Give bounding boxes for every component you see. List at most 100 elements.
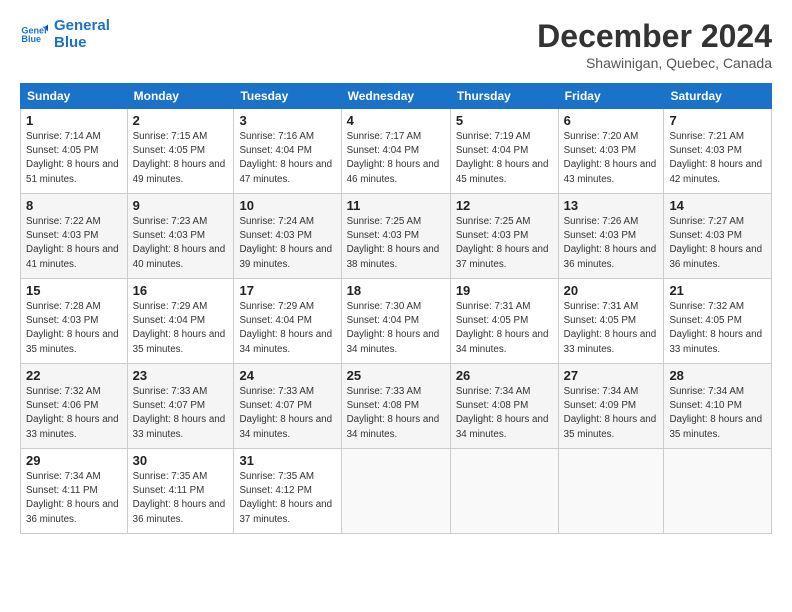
day-number: 12 bbox=[456, 198, 553, 213]
svg-text:Blue: Blue bbox=[21, 34, 41, 44]
calendar-cell: 27Sunrise: 7:34 AMSunset: 4:09 PMDayligh… bbox=[558, 364, 664, 449]
day-number: 18 bbox=[347, 283, 445, 298]
day-info: Sunrise: 7:15 AMSunset: 4:05 PMDaylight:… bbox=[133, 130, 229, 187]
calendar-cell: 9 Sunrise: 7:23 AMSunset: 4:03 PMDaylight… bbox=[127, 194, 234, 279]
calendar-table: SundayMondayTuesdayWednesdayThursdayFrid… bbox=[20, 83, 772, 534]
day-info: Sunrise: 7:20 AMSunset: 4:03 PMDaylight:… bbox=[564, 130, 659, 187]
calendar-cell: 11Sunrise: 7:25 AMSunset: 4:03 PMDayligh… bbox=[341, 194, 450, 279]
day-info: Sunrise: 7:29 AMSunset: 4:04 PMDaylight:… bbox=[133, 300, 229, 357]
calendar-cell: 25 Sunrise: 7:33 AMSunset: 4:08 PMDayligh… bbox=[341, 364, 450, 449]
day-number: 25 bbox=[347, 368, 445, 383]
day-number: 11 bbox=[347, 198, 445, 213]
day-info: Sunrise: 7:33 AMSunset: 4:07 PMDaylight:… bbox=[133, 385, 229, 442]
logo-icon: General Blue bbox=[20, 21, 48, 49]
day-info: Sunrise: 7:31 AMSunset: 4:05 PMDaylight:… bbox=[456, 300, 553, 357]
calendar-cell: 23 Sunrise: 7:33 AMSunset: 4:07 PMDayligh… bbox=[127, 364, 234, 449]
day-info: Sunrise: 7:19 AMSunset: 4:04 PMDaylight:… bbox=[456, 130, 553, 187]
day-number: 9 bbox=[133, 198, 229, 213]
calendar-cell: 26Sunrise: 7:34 AMSunset: 4:08 PMDayligh… bbox=[450, 364, 558, 449]
day-header: Thursday bbox=[450, 84, 558, 109]
day-number: 3 bbox=[239, 113, 335, 128]
calendar-cell: 16 Sunrise: 7:29 AMSunset: 4:04 PMDayligh… bbox=[127, 279, 234, 364]
day-number: 13 bbox=[564, 198, 659, 213]
calendar-body: 1Sunrise: 7:14 AMSunset: 4:05 PMDaylight… bbox=[21, 109, 772, 534]
day-info: Sunrise: 7:32 AMSunset: 4:06 PMDaylight:… bbox=[26, 385, 122, 442]
day-info: Sunrise: 7:27 AMSunset: 4:03 PMDaylight:… bbox=[669, 215, 766, 272]
day-number: 6 bbox=[564, 113, 659, 128]
day-header: Friday bbox=[558, 84, 664, 109]
location-subtitle: Shawinigan, Quebec, Canada bbox=[537, 55, 772, 71]
calendar-cell: 2 Sunrise: 7:15 AMSunset: 4:05 PMDaylight… bbox=[127, 109, 234, 194]
day-info: Sunrise: 7:21 AMSunset: 4:03 PMDaylight:… bbox=[669, 130, 766, 187]
day-number: 26 bbox=[456, 368, 553, 383]
day-number: 10 bbox=[239, 198, 335, 213]
day-info: Sunrise: 7:34 AMSunset: 4:10 PMDaylight:… bbox=[669, 385, 766, 442]
day-number: 14 bbox=[669, 198, 766, 213]
header: General Blue General Blue December 2024 … bbox=[20, 18, 772, 71]
day-number: 19 bbox=[456, 283, 553, 298]
day-info: Sunrise: 7:35 AMSunset: 4:11 PMDaylight:… bbox=[133, 470, 229, 527]
calendar-cell: 10Sunrise: 7:24 AMSunset: 4:03 PMDayligh… bbox=[234, 194, 341, 279]
title-block: December 2024 Shawinigan, Quebec, Canada bbox=[537, 18, 772, 71]
day-info: Sunrise: 7:26 AMSunset: 4:03 PMDaylight:… bbox=[564, 215, 659, 272]
day-number: 29 bbox=[26, 453, 122, 468]
day-info: Sunrise: 7:14 AMSunset: 4:05 PMDaylight:… bbox=[26, 130, 122, 187]
calendar-week-row: 1Sunrise: 7:14 AMSunset: 4:05 PMDaylight… bbox=[21, 109, 772, 194]
calendar-cell: 3 Sunrise: 7:16 AMSunset: 4:04 PMDaylight… bbox=[234, 109, 341, 194]
day-number: 8 bbox=[26, 198, 122, 213]
day-info: Sunrise: 7:34 AMSunset: 4:11 PMDaylight:… bbox=[26, 470, 122, 527]
calendar-cell: 8 Sunrise: 7:22 AMSunset: 4:03 PMDaylight… bbox=[21, 194, 128, 279]
day-number: 22 bbox=[26, 368, 122, 383]
day-number: 5 bbox=[456, 113, 553, 128]
calendar-cell: 28 Sunrise: 7:34 AMSunset: 4:10 PMDayligh… bbox=[664, 364, 772, 449]
day-number: 7 bbox=[669, 113, 766, 128]
logo-line2: Blue bbox=[54, 35, 110, 52]
day-number: 30 bbox=[133, 453, 229, 468]
calendar-cell: 21Sunrise: 7:32 AMSunset: 4:05 PMDayligh… bbox=[664, 279, 772, 364]
day-header: Sunday bbox=[21, 84, 128, 109]
day-number: 21 bbox=[669, 283, 766, 298]
day-header: Saturday bbox=[664, 84, 772, 109]
day-info: Sunrise: 7:16 AMSunset: 4:04 PMDaylight:… bbox=[239, 130, 335, 187]
day-info: Sunrise: 7:33 AMSunset: 4:07 PMDaylight:… bbox=[239, 385, 335, 442]
calendar-cell: 22 Sunrise: 7:32 AMSunset: 4:06 PMDayligh… bbox=[21, 364, 128, 449]
calendar-week-row: 29 Sunrise: 7:34 AMSunset: 4:11 PMDayligh… bbox=[21, 449, 772, 534]
calendar-cell: 7 Sunrise: 7:21 AMSunset: 4:03 PMDaylight… bbox=[664, 109, 772, 194]
day-number: 15 bbox=[26, 283, 122, 298]
page: General Blue General Blue December 2024 … bbox=[0, 0, 792, 544]
calendar-cell: 5 Sunrise: 7:19 AMSunset: 4:04 PMDaylight… bbox=[450, 109, 558, 194]
calendar-cell: 31 Sunrise: 7:35 AMSunset: 4:12 PMDayligh… bbox=[234, 449, 341, 534]
calendar-cell bbox=[341, 449, 450, 534]
day-info: Sunrise: 7:35 AMSunset: 4:12 PMDaylight:… bbox=[239, 470, 335, 527]
calendar-cell: 14 Sunrise: 7:27 AMSunset: 4:03 PMDayligh… bbox=[664, 194, 772, 279]
day-header: Monday bbox=[127, 84, 234, 109]
calendar-cell: 15Sunrise: 7:28 AMSunset: 4:03 PMDayligh… bbox=[21, 279, 128, 364]
day-number: 28 bbox=[669, 368, 766, 383]
day-header: Wednesday bbox=[341, 84, 450, 109]
calendar-cell: 24Sunrise: 7:33 AMSunset: 4:07 PMDayligh… bbox=[234, 364, 341, 449]
calendar-week-row: 8 Sunrise: 7:22 AMSunset: 4:03 PMDaylight… bbox=[21, 194, 772, 279]
day-number: 17 bbox=[239, 283, 335, 298]
logo-line1: General bbox=[54, 18, 110, 35]
day-number: 4 bbox=[347, 113, 445, 128]
day-number: 31 bbox=[239, 453, 335, 468]
day-number: 16 bbox=[133, 283, 229, 298]
calendar-cell: 30 Sunrise: 7:35 AMSunset: 4:11 PMDayligh… bbox=[127, 449, 234, 534]
calendar-week-row: 15Sunrise: 7:28 AMSunset: 4:03 PMDayligh… bbox=[21, 279, 772, 364]
day-info: Sunrise: 7:17 AMSunset: 4:04 PMDaylight:… bbox=[347, 130, 445, 187]
calendar-cell bbox=[558, 449, 664, 534]
day-info: Sunrise: 7:29 AMSunset: 4:04 PMDaylight:… bbox=[239, 300, 335, 357]
calendar-cell: 6 Sunrise: 7:20 AMSunset: 4:03 PMDaylight… bbox=[558, 109, 664, 194]
day-info: Sunrise: 7:31 AMSunset: 4:05 PMDaylight:… bbox=[564, 300, 659, 357]
calendar-cell: 4 Sunrise: 7:17 AMSunset: 4:04 PMDaylight… bbox=[341, 109, 450, 194]
calendar-cell: 12Sunrise: 7:25 AMSunset: 4:03 PMDayligh… bbox=[450, 194, 558, 279]
day-number: 23 bbox=[133, 368, 229, 383]
day-number: 20 bbox=[564, 283, 659, 298]
day-number: 2 bbox=[133, 113, 229, 128]
day-info: Sunrise: 7:23 AMSunset: 4:03 PMDaylight:… bbox=[133, 215, 229, 272]
day-info: Sunrise: 7:22 AMSunset: 4:03 PMDaylight:… bbox=[26, 215, 122, 272]
day-info: Sunrise: 7:33 AMSunset: 4:08 PMDaylight:… bbox=[347, 385, 445, 442]
calendar-cell: 1Sunrise: 7:14 AMSunset: 4:05 PMDaylight… bbox=[21, 109, 128, 194]
calendar-cell: 19 Sunrise: 7:31 AMSunset: 4:05 PMDayligh… bbox=[450, 279, 558, 364]
calendar-cell: 13 Sunrise: 7:26 AMSunset: 4:03 PMDayligh… bbox=[558, 194, 664, 279]
